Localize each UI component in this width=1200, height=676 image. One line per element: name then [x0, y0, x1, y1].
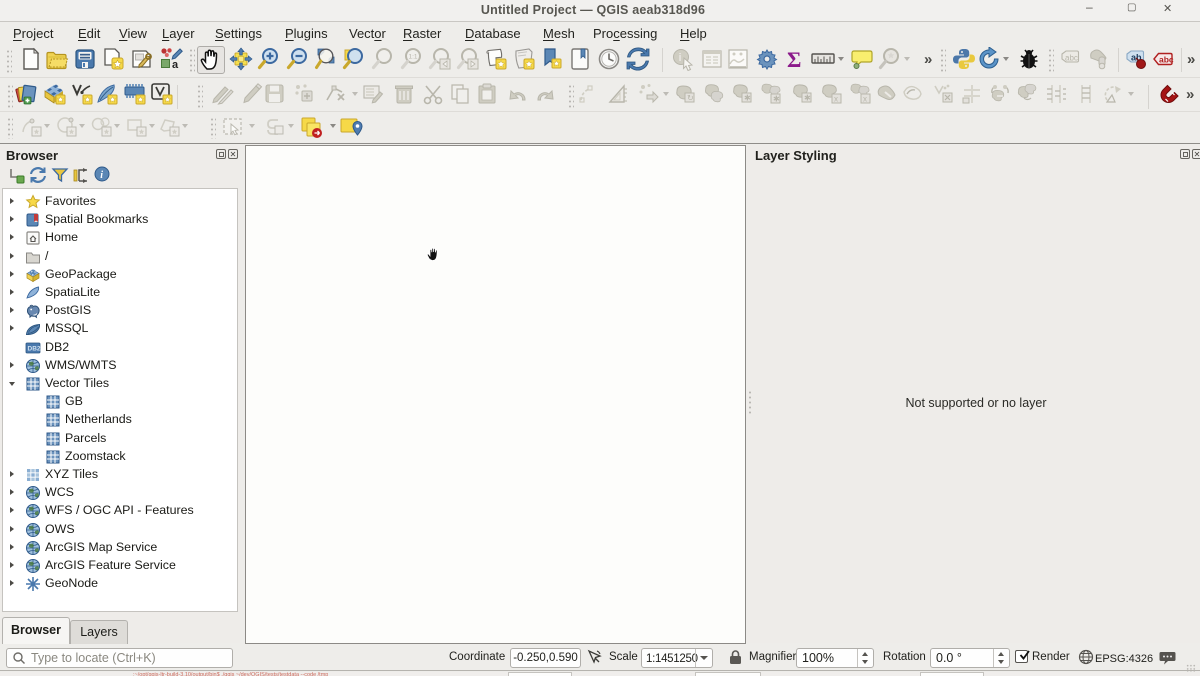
svg-text:a: a — [172, 59, 179, 71]
svg-text:DB2: DB2 — [28, 345, 41, 352]
svg-text:Σ: Σ — [787, 47, 801, 71]
svg-text:✱: ✱ — [804, 94, 811, 103]
svg-text:✱: ✱ — [773, 95, 780, 104]
svg-text:x: x — [834, 95, 838, 104]
svg-text:↻: ↻ — [687, 94, 694, 103]
svg-text:x: x — [863, 95, 867, 104]
svg-text:abc: abc — [1159, 55, 1174, 65]
svg-text:i: i — [679, 52, 682, 64]
svg-text:abc: abc — [1065, 54, 1078, 63]
svg-text:✱: ✱ — [744, 94, 751, 103]
svg-text:1:1: 1:1 — [409, 54, 418, 61]
svg-text:i: i — [100, 170, 103, 181]
